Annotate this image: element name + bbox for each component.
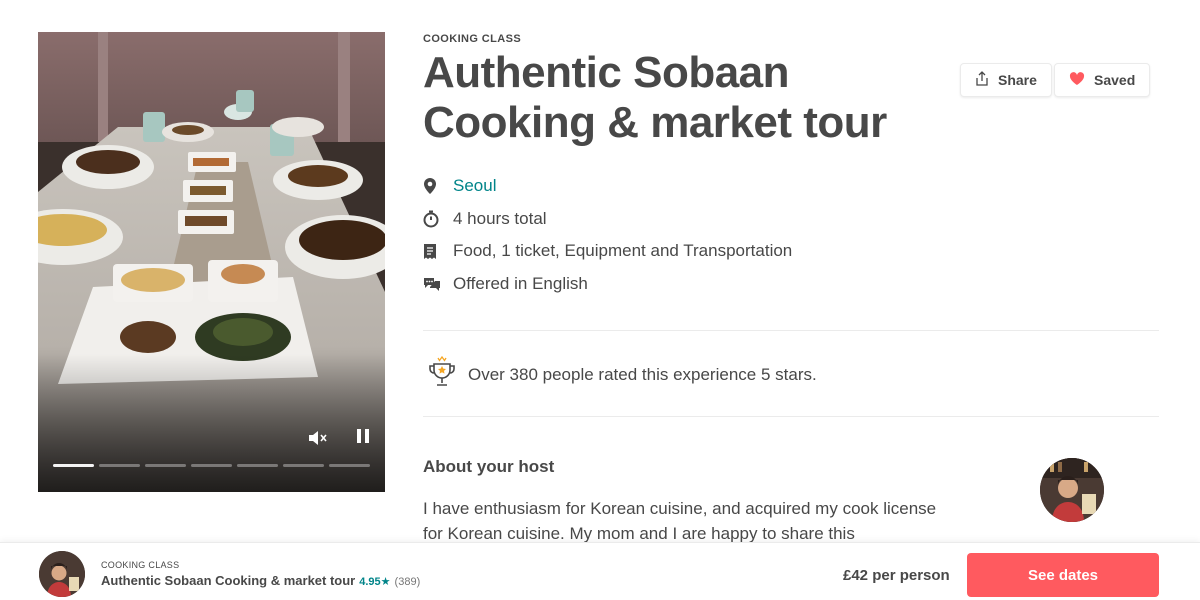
bar-title: Authentic Sobaan Cooking & market tour — [101, 573, 356, 588]
progress-segment[interactable] — [191, 464, 232, 467]
host-bio: I have enthusiasm for Korean cuisine, an… — [423, 499, 937, 543]
stopwatch-icon — [423, 210, 453, 228]
experience-video[interactable] — [38, 32, 385, 492]
detail-location: Seoul — [423, 170, 792, 203]
pause-icon[interactable] — [356, 428, 370, 449]
progress-segment[interactable] — [145, 464, 186, 467]
rating-banner-text: Over 380 people rated this experience 5 … — [468, 364, 817, 384]
experience-details: Seoul 4 hours total Food, 1 ticket, Equi… — [423, 170, 792, 300]
rating-value: 4.95 — [359, 576, 381, 588]
bar-rating: 4.95★ — [359, 575, 390, 588]
includes-text: Food, 1 ticket, Equipment and Transporta… — [453, 241, 793, 261]
experience-title-wrapper: Authentic Sobaan Cooking & market tour — [423, 48, 963, 148]
saved-button[interactable]: Saved — [1054, 63, 1151, 97]
host-heading: About your host — [423, 457, 555, 476]
progress-segment[interactable] — [329, 464, 370, 467]
bar-category: COOKING CLASS — [101, 560, 180, 570]
receipt-list-icon — [423, 243, 453, 260]
progress-segment[interactable] — [53, 464, 94, 467]
language-text: Offered in English — [453, 273, 588, 293]
section-divider — [423, 330, 1159, 331]
share-label: Share — [998, 72, 1037, 88]
video-controls — [38, 422, 385, 492]
progress-segment[interactable] — [99, 464, 140, 467]
mute-icon[interactable] — [308, 430, 328, 451]
duration-text: 4 hours total — [453, 208, 547, 228]
progress-segment[interactable] — [237, 464, 278, 467]
share-button[interactable]: Share — [960, 63, 1052, 97]
price-per-person: £42 per person — [843, 567, 950, 584]
section-divider — [423, 416, 1159, 417]
see-dates-button[interactable]: See dates — [967, 553, 1159, 597]
review-count: (389) — [394, 576, 421, 588]
host-avatar-small[interactable] — [39, 551, 85, 597]
detail-language: Offered in English — [423, 268, 792, 301]
progress-segment[interactable] — [283, 464, 324, 467]
detail-duration: 4 hours total — [423, 203, 792, 236]
video-progress[interactable] — [53, 464, 370, 467]
trophy-icon — [428, 355, 456, 393]
chat-bubbles-icon — [423, 276, 453, 292]
heart-icon — [1069, 71, 1085, 89]
map-pin-icon — [423, 177, 453, 195]
experience-title: Authentic Sobaan Cooking & market tour — [423, 48, 887, 147]
bar-title-row: Authentic Sobaan Cooking & market tour 4… — [101, 573, 420, 588]
experience-category: COOKING CLASS — [423, 33, 522, 45]
booking-bar: COOKING CLASS Authentic Sobaan Cooking &… — [0, 542, 1200, 600]
location-link[interactable]: Seoul — [453, 176, 496, 196]
share-icon — [975, 71, 989, 89]
star-icon: ★ — [380, 576, 391, 588]
rating-banner: Over 380 people rated this experience 5 … — [428, 355, 817, 393]
saved-label: Saved — [1094, 72, 1136, 88]
host-avatar[interactable] — [1040, 458, 1104, 522]
detail-includes: Food, 1 ticket, Equipment and Transporta… — [423, 235, 792, 268]
